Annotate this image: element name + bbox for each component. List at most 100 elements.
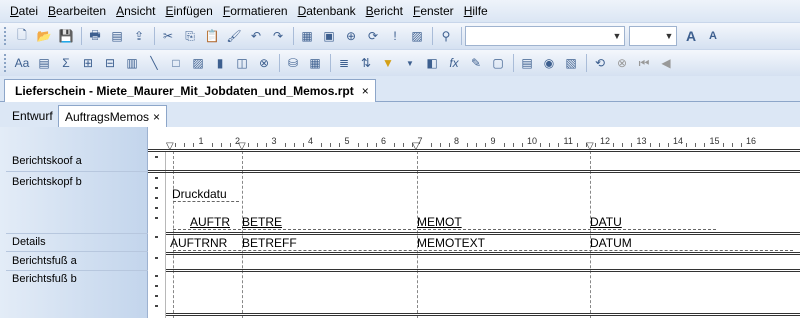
field-explorer-icon[interactable]: ▦ [297,26,317,46]
section-label-report-footer-a[interactable]: Berichtsfuß a [12,255,77,267]
section-label-report-footer-b[interactable]: Berichtsfuß b [12,273,77,285]
export-icon[interactable]: ⇪ [129,26,149,46]
chevron-down-icon[interactable]: ▼ [400,53,420,73]
redo-icon[interactable]: ↷ [268,26,288,46]
hyperlink-icon[interactable]: ⊗ [254,53,274,73]
ruler-tick [503,143,505,147]
formula-icon[interactable]: fx [444,53,464,73]
insert-field-icon[interactable]: ⊕ [341,26,361,46]
previous-page-icon[interactable]: ◀ [656,53,676,73]
print-icon[interactable]: 🖶 [85,26,105,46]
menu-item-einf-gen[interactable]: Einfügen [165,4,212,18]
report-canvas[interactable]: Druckdatu AUFTR BETRE MEMOT DATU AUFTRNR… [166,151,800,318]
subreport-icon[interactable]: ▥ [122,53,142,73]
olap-icon[interactable]: ⊟ [100,53,120,73]
report-explorer-icon[interactable]: ▣ [319,26,339,46]
section-divider-footer-b[interactable] [166,269,800,272]
tab-design[interactable]: Entwurf [6,105,59,127]
document-tab[interactable]: Lieferschein - Miete_Maurer_Mit_Jobdaten… [4,79,376,102]
select-expert-icon[interactable]: ≣ [334,53,354,73]
sort-icon[interactable]: ⇅ [356,53,376,73]
database-icon[interactable]: ⛁ [283,53,303,73]
section-divider-details[interactable] [166,232,800,235]
document-tab-bar: Lieferschein - Miete_Maurer_Mit_Jobdaten… [0,77,800,102]
filter-icon[interactable]: ▼ [378,53,398,73]
section-divider-end[interactable] [166,313,800,316]
tab-preview[interactable]: AuftragsMemos × [58,105,168,127]
menu-item-ansicht[interactable]: Ansicht [116,4,155,18]
field-header-memo[interactable]: MEMOT [417,215,472,229]
menu-item-fenster[interactable]: Fenster [413,4,454,18]
save-icon[interactable]: 💾 [56,26,76,46]
section-label-details[interactable]: Details [12,236,46,248]
field-date[interactable]: DATUM [590,236,640,250]
refresh-icon[interactable]: ⟳ [363,26,383,46]
field-memo-text[interactable]: MEMOTEXT [417,236,497,250]
insert-text-object-icon[interactable]: Aa [12,53,32,73]
line-icon[interactable]: ╲ [144,53,164,73]
menu-item-datei[interactable]: Datei [10,4,38,18]
section-divider-header-b[interactable] [148,170,800,173]
template-icon[interactable]: ▢ [488,53,508,73]
menu-item-bericht[interactable]: Bericht [366,4,403,18]
menu-item-hilfe[interactable]: Hilfe [464,4,488,18]
picture-icon[interactable]: ▨ [188,53,208,73]
map-icon[interactable]: ◫ [232,53,252,73]
undo-icon[interactable]: ↶ [246,26,266,46]
highlight-icon[interactable]: ✎ [466,53,486,73]
new-file-icon[interactable]: 🗋 [12,26,32,46]
field-header-subject[interactable]: BETRE [242,215,292,229]
field-list-icon[interactable]: ▤ [517,53,537,73]
chevron-down-icon[interactable]: ▼ [610,27,624,45]
cross-tab-icon[interactable]: ⊞ [78,53,98,73]
menu-item-bearbeiten[interactable]: Bearbeiten [48,4,106,18]
stop-icon[interactable]: ⊗ [612,53,632,73]
menu-accelerator: E [165,4,174,18]
summary-icon[interactable]: Σ [56,53,76,73]
chart-icon[interactable]: ▮ [210,53,230,73]
alert-icon[interactable]: ! [385,26,405,46]
font-size-combo[interactable]: ▼ [629,26,677,46]
box-icon[interactable]: □ [166,53,186,73]
field-subject[interactable]: BETREFF [242,236,314,250]
refresh-data-icon[interactable]: ⟲ [590,53,610,73]
menu-accelerator: D [297,4,307,18]
section-label-report-header-b[interactable]: Berichtskopf b [12,176,82,188]
print-preview-icon[interactable]: ▤ [107,26,127,46]
close-icon[interactable]: × [362,84,369,98]
report-options-icon[interactable]: ▧ [561,53,581,73]
field-header-date[interactable]: DATU [590,215,630,229]
section-divider-footer-a[interactable] [166,252,800,255]
toolbar-grip[interactable] [4,54,8,72]
section-expert-icon[interactable]: ◧ [422,53,442,73]
field-header-order-number[interactable]: AUFTR [190,215,236,229]
toggle-icon[interactable]: ▨ [407,26,427,46]
chevron-down-icon[interactable]: ▼ [662,27,676,45]
menu-item-formatieren[interactable]: Formatieren [223,4,288,18]
menu-item-datenbank[interactable]: Datenbank [298,4,356,18]
format-painter-icon[interactable]: 🖌 [224,26,244,46]
group-expert-icon[interactable]: ▦ [305,53,325,73]
ruler-tick [155,236,158,238]
dependency-icon[interactable]: ◉ [539,53,559,73]
field-print-date[interactable]: Druckdatu [172,187,242,201]
paste-icon[interactable]: 📋 [202,26,222,46]
grow-font-icon[interactable]: A [681,26,701,46]
toolbar-grip[interactable] [4,27,8,45]
group-icon[interactable]: ▤ [34,53,54,73]
ruler-tick [284,143,286,147]
ruler-number: 1 [198,136,204,146]
binoculars-icon[interactable]: ⚲ [436,26,456,46]
ruler-tick [339,143,341,147]
open-folder-icon[interactable]: 📂 [34,26,54,46]
font-combo[interactable]: ▼ [465,26,625,46]
ruler-tick [540,143,542,147]
ruler-tick [576,143,578,147]
field-order-number[interactable]: AUFTRNR [170,236,238,250]
copy-icon[interactable]: ⎘ [180,26,200,46]
first-page-icon[interactable]: ⏮ [634,53,654,73]
section-label-report-header-a[interactable]: Berichtskoof a [12,155,82,167]
close-icon[interactable]: × [153,110,160,124]
cut-icon[interactable]: ✂ [158,26,178,46]
shrink-font-icon[interactable]: A [703,26,723,46]
